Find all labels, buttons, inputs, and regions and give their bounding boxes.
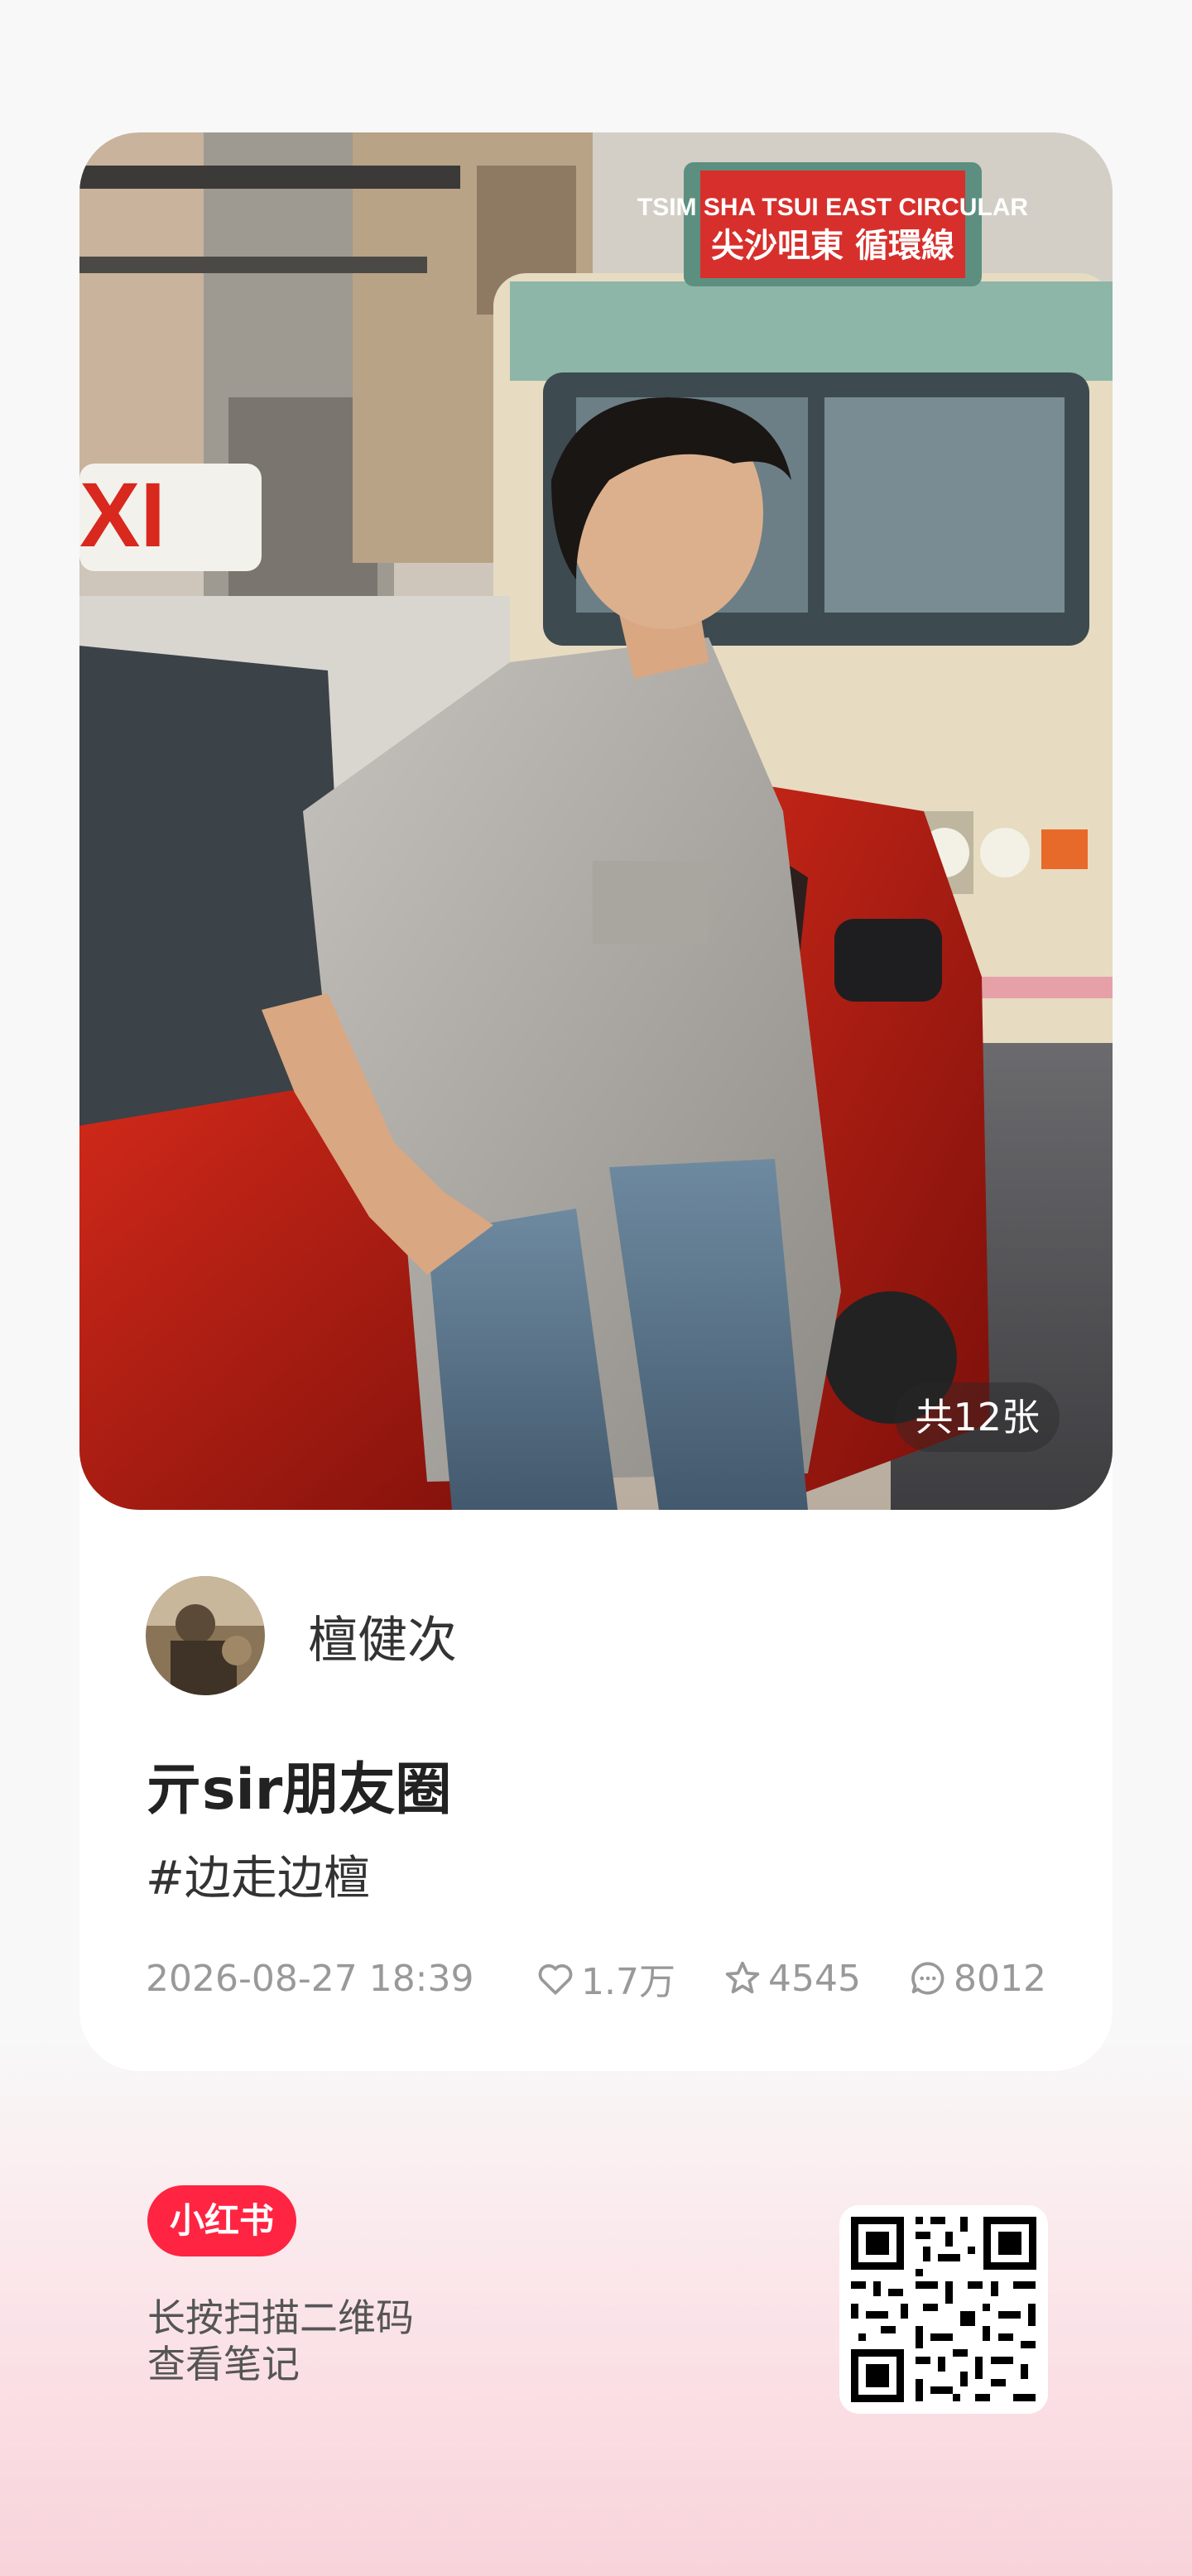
- bus-sign-chinese: 尖沙咀東 循環線: [711, 227, 954, 265]
- taxi-sign-text: XI: [79, 464, 166, 566]
- comments-stat[interactable]: 8012: [907, 1958, 1046, 2000]
- publish-date: 2026-08-27 18:39: [146, 1957, 474, 2000]
- likes-stat[interactable]: 1.7万: [535, 1952, 675, 2005]
- author-row[interactable]: 檀健次: [146, 1576, 457, 1695]
- comment-icon: [911, 1962, 944, 1995]
- qr-code-pattern: [839, 2205, 1048, 2414]
- note-tag[interactable]: #边走边檀: [146, 1841, 370, 1908]
- note-share-card: TSIM SHA TSUI EAST CIRCULAR 尖沙咀東 循環線 XI: [79, 132, 1113, 2071]
- bus-sign-english: TSIM SHA TSUI EAST CIRCULAR: [637, 194, 1029, 221]
- author-name[interactable]: 檀健次: [308, 1600, 457, 1672]
- note-meta: 2026-08-27 18:39 1.7万 4545 8012: [146, 1945, 1046, 2011]
- note-title: 亓sir朋友圈: [146, 1757, 452, 1823]
- scan-hint-line1: 长按扫描二维码: [147, 2295, 414, 2340]
- collects-stat[interactable]: 4545: [722, 1958, 861, 2000]
- cover-photo[interactable]: TSIM SHA TSUI EAST CIRCULAR 尖沙咀東 循環線 XI: [79, 132, 1113, 1510]
- avatar-image: [146, 1576, 265, 1695]
- comments-count: 8012: [954, 1957, 1046, 2000]
- star-icon: [725, 1961, 760, 1994]
- engagement-stats: 1.7万 4545 8012: [535, 1952, 1046, 2005]
- collects-count: 4545: [768, 1957, 862, 2000]
- scan-hint: 长按扫描二维码 查看笔记: [147, 2295, 414, 2387]
- photo-count-badge: 共12张: [895, 1382, 1060, 1452]
- cover-photo-illustration: TSIM SHA TSUI EAST CIRCULAR 尖沙咀東 循環線 XI: [79, 132, 1113, 1510]
- xiaohongshu-logo: 小红书: [147, 2185, 296, 2256]
- avatar[interactable]: [146, 1576, 265, 1695]
- scan-hint-line2: 查看笔记: [147, 2342, 300, 2386]
- qr-code[interactable]: [839, 2205, 1048, 2414]
- heart-icon: [538, 1963, 573, 1995]
- likes-count: 1.7万: [581, 1961, 676, 2003]
